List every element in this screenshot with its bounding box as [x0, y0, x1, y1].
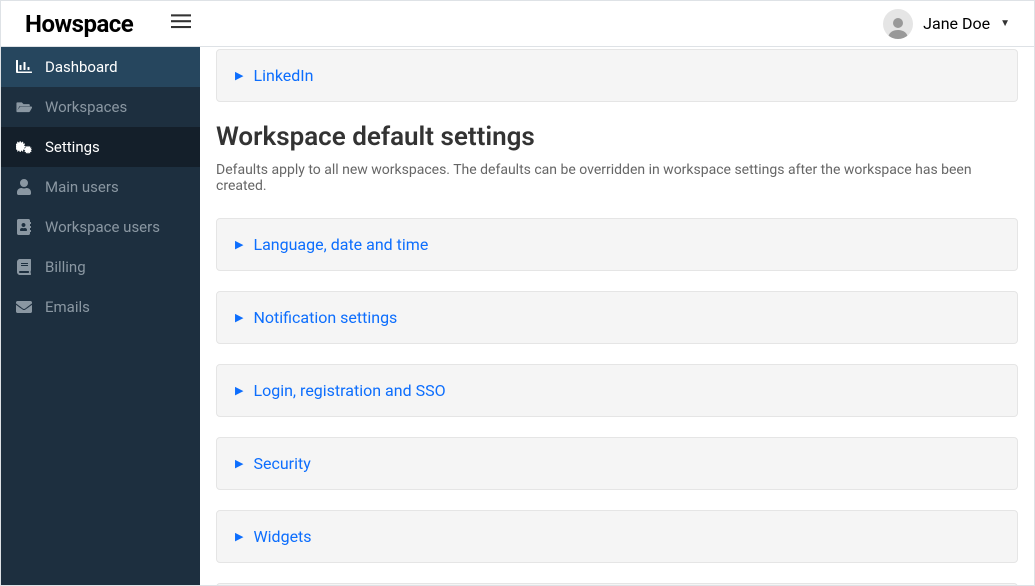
gears-icon	[15, 139, 33, 155]
topbar: Howspace Jane Doe ▼	[1, 1, 1034, 47]
sidebar-item-billing[interactable]: Billing	[1, 247, 200, 287]
sidebar-item-emails[interactable]: Emails	[1, 287, 200, 327]
section-description: Defaults apply to all new workspaces. Th…	[216, 162, 1018, 194]
book-icon	[15, 259, 33, 275]
accordion-features[interactable]: ▶ Features	[216, 583, 1018, 585]
sidebar-item-label: Emails	[45, 298, 90, 316]
accordion-security[interactable]: ▶ Security	[216, 437, 1018, 490]
address-book-icon	[15, 219, 33, 235]
accordion-label: Security	[253, 454, 310, 473]
chart-icon	[15, 59, 33, 75]
sidebar-item-label: Workspace users	[45, 218, 160, 236]
caret-right-icon: ▶	[235, 69, 243, 82]
app-logo: Howspace	[15, 10, 163, 38]
accordion-label: Login, registration and SSO	[253, 381, 445, 400]
accordion-notifications[interactable]: ▶ Notification settings	[216, 291, 1018, 344]
caret-right-icon: ▶	[235, 384, 243, 397]
sidebar-item-workspace-users[interactable]: Workspace users	[1, 207, 200, 247]
avatar-icon	[883, 9, 913, 39]
accordion-label: LinkedIn	[253, 66, 313, 85]
sidebar-item-label: Billing	[45, 258, 86, 276]
main-content: ▶ LinkedIn Workspace default settings De…	[200, 47, 1034, 585]
accordion-widgets[interactable]: ▶ Widgets	[216, 510, 1018, 563]
sidebar-item-label: Settings	[45, 138, 100, 156]
sidebar-item-settings[interactable]: Settings	[1, 127, 200, 167]
sidebar-item-dashboard[interactable]: Dashboard	[1, 47, 200, 87]
accordion-language[interactable]: ▶ Language, date and time	[216, 218, 1018, 271]
caret-right-icon: ▶	[235, 238, 243, 251]
sidebar-item-label: Main users	[45, 178, 119, 196]
sidebar-item-main-users[interactable]: Main users	[1, 167, 200, 207]
accordion-label: Language, date and time	[253, 235, 428, 254]
sidebar-item-workspaces[interactable]: Workspaces	[1, 87, 200, 127]
envelope-icon	[15, 299, 33, 315]
user-name: Jane Doe	[923, 14, 990, 33]
caret-down-icon: ▼	[1000, 18, 1010, 29]
caret-right-icon: ▶	[235, 457, 243, 470]
accordion-label: Notification settings	[253, 308, 397, 327]
sidebar-item-label: Workspaces	[45, 98, 127, 116]
accordion-linkedin[interactable]: ▶ LinkedIn	[216, 49, 1018, 102]
user-icon	[15, 179, 33, 195]
sidebar-item-label: Dashboard	[45, 58, 118, 76]
sidebar: Dashboard Workspaces Settings Main users…	[1, 47, 200, 585]
section-title: Workspace default settings	[216, 122, 1018, 152]
hamburger-icon[interactable]	[163, 7, 199, 40]
user-menu[interactable]: Jane Doe ▼	[883, 9, 1020, 39]
caret-right-icon: ▶	[235, 530, 243, 543]
folder-open-icon	[15, 99, 33, 115]
accordion-label: Widgets	[253, 527, 311, 546]
caret-right-icon: ▶	[235, 311, 243, 324]
accordion-login[interactable]: ▶ Login, registration and SSO	[216, 364, 1018, 417]
